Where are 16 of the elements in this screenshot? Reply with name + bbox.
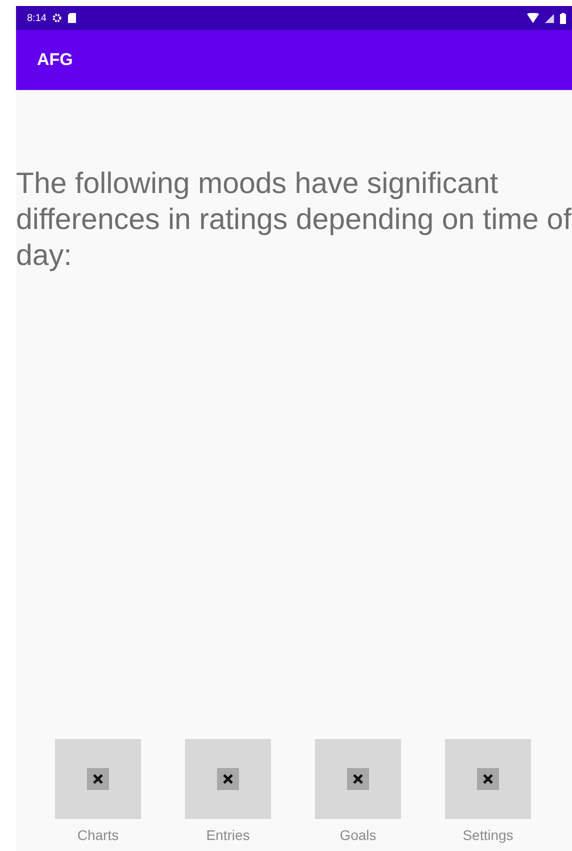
signal-icon bbox=[545, 14, 554, 22]
broken-image-icon bbox=[87, 768, 109, 790]
sd-card-icon bbox=[68, 13, 76, 23]
broken-image-icon bbox=[217, 768, 239, 790]
nav-item[interactable]: Goals bbox=[315, 739, 401, 843]
nav-item[interactable]: Entries bbox=[185, 739, 271, 843]
nav-item[interactable]: Charts bbox=[55, 739, 141, 843]
battery-icon bbox=[560, 12, 566, 24]
status-time: 8:14 bbox=[27, 12, 46, 24]
broken-image-icon bbox=[347, 768, 369, 790]
wifi-icon bbox=[527, 13, 539, 23]
message-text: The following moods have significant differences in ratings depending on time of day: bbox=[16, 166, 572, 274]
broken-image-icon bbox=[477, 768, 499, 790]
nav-item[interactable]: Settings bbox=[445, 739, 531, 843]
app-title: AFG bbox=[37, 50, 73, 70]
gear-icon bbox=[52, 13, 62, 23]
